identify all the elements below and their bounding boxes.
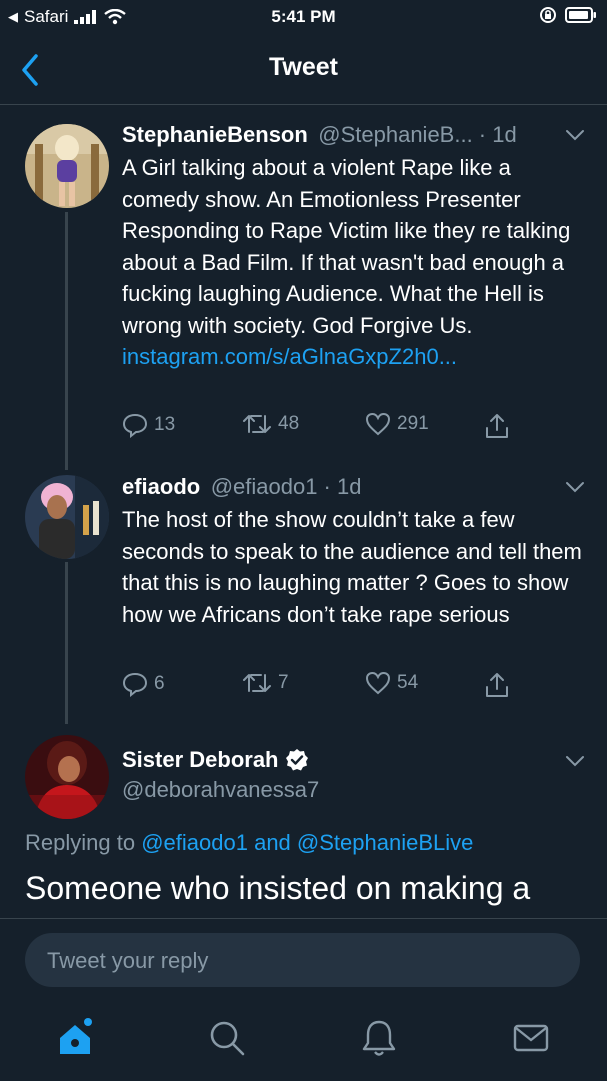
verified-badge-icon [285, 749, 308, 771]
replying-prefix: Replying to [25, 830, 136, 855]
like-button[interactable]: 54 [365, 671, 418, 695]
tweet-text: A Girl talking about a violent Rape like… [122, 152, 592, 373]
reply-count: 6 [154, 673, 165, 694]
thread-connector [65, 212, 68, 470]
avatar[interactable] [25, 124, 109, 208]
like-count: 291 [397, 413, 429, 434]
handle-and-time: @efiaodo1 · 1d [210, 474, 362, 499]
chevron-down-icon[interactable] [565, 754, 585, 768]
retweet-button[interactable]: 7 [242, 671, 289, 695]
reply-button[interactable]: 13 [122, 412, 175, 438]
tab-bar [0, 1000, 607, 1080]
avatar[interactable] [25, 475, 109, 559]
reply-button[interactable]: 6 [122, 671, 165, 697]
reply-icon [122, 413, 148, 438]
main-tweet-text: Someone who insisted on making a [25, 870, 531, 906]
mention-link[interactable]: @StephanieBLive [297, 830, 473, 855]
retweet-count: 7 [278, 672, 289, 693]
tweet-body: A Girl talking about a violent Rape like… [122, 155, 571, 338]
tweet-text: The host of the show couldn’t take a few… [122, 507, 582, 627]
chevron-down-icon[interactable] [565, 480, 585, 494]
share-icon [486, 414, 508, 438]
share-button[interactable] [484, 671, 510, 699]
retweet-icon [243, 415, 271, 433]
heart-icon [365, 412, 391, 436]
tweet-header: StephanieBenson @StephanieB... · 1d [122, 122, 517, 148]
reply-input[interactable] [45, 933, 569, 989]
share-button[interactable] [484, 412, 510, 440]
page-title: Tweet [269, 53, 338, 81]
orientation-lock-icon [540, 7, 556, 23]
tweet-header: Sister Deborah [122, 747, 309, 773]
home-icon[interactable] [55, 1018, 95, 1058]
like-button[interactable]: 291 [365, 412, 429, 436]
status-right [539, 6, 597, 24]
retweet-button[interactable]: 48 [242, 412, 299, 436]
search-icon[interactable] [207, 1018, 247, 1058]
user-handle[interactable]: @deborahvanessa7 [122, 777, 319, 803]
navigation-header: Tweet [0, 36, 607, 105]
display-name[interactable]: efiaodo [122, 474, 200, 499]
display-name[interactable]: StephanieBenson [122, 122, 308, 147]
reply-composer[interactable] [25, 933, 580, 989]
replying-and: and [254, 830, 291, 855]
status-bar: ◀ Safari 5:41 PM [0, 0, 607, 36]
mention-link[interactable]: @efiaodo1 [141, 830, 248, 855]
like-count: 54 [397, 672, 419, 693]
display-name[interactable]: Sister Deborah [122, 747, 279, 773]
status-time: 5:41 PM [271, 7, 336, 26]
tweet-header: efiaodo @efiaodo1 · 1d [122, 474, 361, 500]
mail-icon[interactable] [511, 1018, 551, 1058]
reply-count: 13 [154, 414, 176, 435]
battery-icon [565, 7, 596, 23]
bell-icon[interactable] [359, 1018, 399, 1058]
retweet-icon [243, 674, 271, 692]
avatar[interactable] [25, 735, 109, 819]
chevron-down-icon[interactable] [565, 128, 585, 142]
tweet-actions: 13 48 291 [122, 412, 522, 442]
tweet-link[interactable]: instagram.com/s/aGlnaGxpZ2h0... [122, 344, 457, 369]
retweet-count: 48 [278, 413, 300, 434]
share-icon [486, 673, 508, 697]
handle-and-time: @StephanieB... · 1d [318, 122, 517, 147]
thread-connector [65, 562, 68, 724]
replying-to: Replying to @efiaodo1 and @StephanieBLiv… [25, 830, 473, 856]
heart-icon [365, 671, 391, 695]
reply-icon [122, 672, 148, 697]
tweet-actions: 6 7 54 [122, 671, 522, 701]
